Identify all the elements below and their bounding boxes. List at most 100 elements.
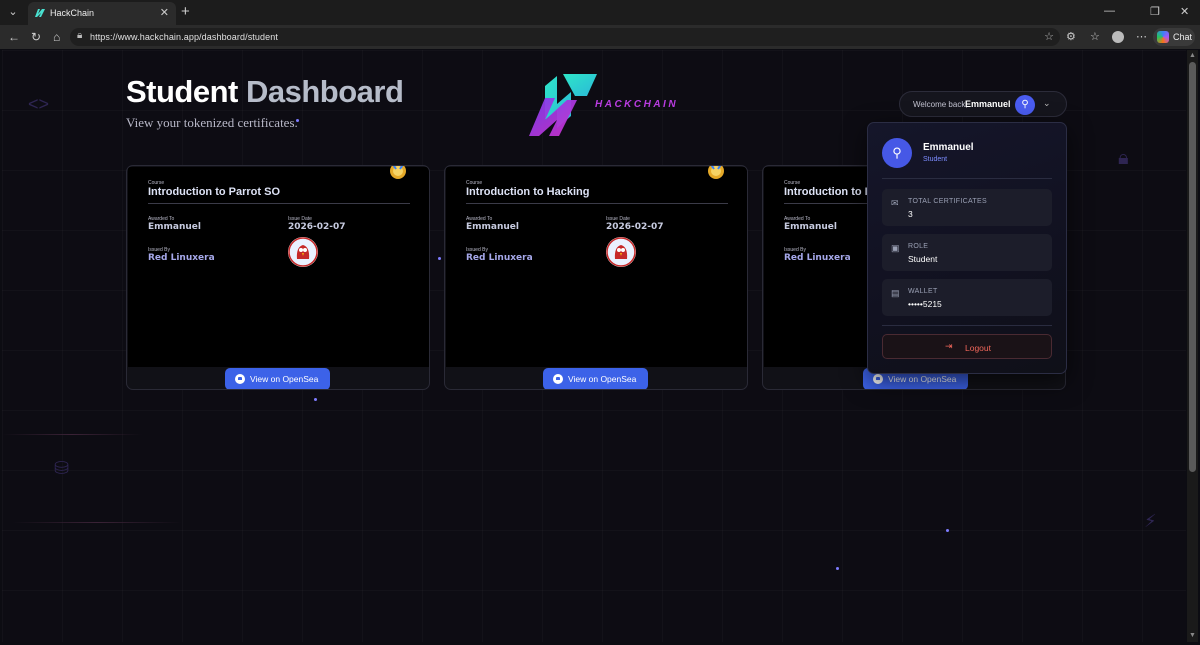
lock-icon: 🔒︎ — [77, 30, 83, 41]
scroll-thumb[interactable] — [1189, 62, 1196, 472]
stat-value: Student — [908, 254, 938, 264]
minimize-icon[interactable]: — — [1104, 5, 1115, 17]
issue-date-value: 2026-02-07 — [606, 222, 664, 232]
more-menu-icon[interactable]: ⋯ — [1136, 30, 1147, 43]
chat-label: Chat — [1173, 32, 1193, 42]
glow-line — [12, 522, 182, 523]
close-window-icon[interactable]: ✕ — [1180, 5, 1189, 18]
opensea-button-label: View on OpenSea — [250, 374, 319, 384]
briefcase-icon: ▣ — [891, 243, 900, 253]
particle-dot — [836, 567, 839, 570]
page-title-student: Student — [126, 74, 238, 109]
profile-avatar-icon[interactable] — [1112, 31, 1124, 43]
tab-title: HackChain — [50, 8, 95, 18]
restore-icon[interactable]: ❐ — [1150, 5, 1160, 18]
opensea-icon — [235, 374, 245, 384]
role-stat: ▣ ROLE Student — [882, 234, 1052, 271]
browser-tab[interactable]: HackChain ✕ — [28, 2, 176, 25]
particle-dot — [438, 257, 441, 260]
awarded-to-value: Emmanuel — [784, 222, 837, 232]
page-title-dashboard: Dashboard — [246, 74, 404, 109]
welcome-username: Emmanuel — [965, 99, 1011, 109]
stat-label: TOTAL CERTIFICATES — [908, 198, 987, 205]
user-dropdown-menu: ⚲ Emmanuel Student ✉ TOTAL CERTIFICATES … — [867, 122, 1067, 374]
divider — [882, 325, 1052, 326]
dropdown-role-badge: Student — [923, 156, 948, 163]
url-field[interactable]: 🔒︎ https://www.hackchain.app/dashboard/s… — [70, 28, 1060, 46]
award-icon: ⚲ — [1015, 95, 1035, 115]
course-title: Introduction to I — [784, 186, 868, 198]
welcome-text: Welcome back, — [913, 100, 968, 109]
user-menu-button[interactable]: Welcome back, Emmanuel ⚲ ⌄ — [899, 91, 1067, 117]
code-icon: <> — [28, 94, 50, 114]
opensea-button-label: View on OpenSea — [568, 374, 637, 384]
wallet-icon: ▤ — [891, 288, 900, 298]
logo-text: HACKCHAIN — [595, 99, 679, 110]
issued-by-value: Red Linuxera — [784, 253, 851, 263]
scroll-down-icon[interactable]: ▼ — [1189, 632, 1196, 639]
course-title: Introduction to Hacking — [466, 186, 590, 198]
refresh-icon[interactable]: ↻ — [31, 30, 41, 44]
logout-button[interactable]: ⇥ Logout — [882, 334, 1052, 359]
certificate-image: Course Introduction to Parrot SO Awarded… — [128, 166, 429, 367]
scroll-up-icon[interactable]: ▲ — [1189, 52, 1196, 59]
dropdown-user-name: Emmanuel — [923, 142, 974, 153]
award-icon: ⚲ — [882, 138, 912, 168]
lightning-icon: ⚡︎ — [1144, 511, 1157, 531]
lock-decor-icon: 🔒︎ — [1118, 147, 1129, 169]
certificate-card: Course Introduction to Parrot SO Awarded… — [126, 165, 430, 390]
url-text: https://www.hackchain.app/dashboard/stud… — [90, 32, 278, 42]
hackchain-favicon-icon — [35, 9, 45, 17]
home-icon[interactable]: ⌂ — [53, 30, 60, 44]
issued-by-value: Red Linuxera — [148, 253, 215, 263]
wallet-stat: ▤ WALLET •••••5215 — [882, 279, 1052, 316]
stat-value: •••••5215 — [908, 299, 942, 309]
page-scrollbar[interactable]: ▲ ▼ — [1187, 50, 1198, 642]
address-bar-row: ← ↻ ⌂ 🔒︎ https://www.hackchain.app/dashb… — [0, 25, 1200, 49]
logout-icon: ⇥ — [945, 341, 953, 351]
opensea-button-label: View on OpenSea — [888, 374, 957, 384]
awarded-to-value: Emmanuel — [148, 222, 201, 232]
copilot-icon — [1157, 31, 1169, 43]
stat-label: ROLE — [908, 243, 929, 250]
copilot-chat-button[interactable]: Chat — [1153, 28, 1195, 46]
page-title: Student Dashboard — [126, 74, 404, 110]
page-subtitle: View your tokenized certificates. — [126, 115, 298, 130]
divider — [148, 203, 410, 204]
database-icon: ⛁ — [54, 458, 70, 478]
divider — [882, 178, 1052, 179]
browser-tab-bar: ⌄ HackChain ✕ + — ❐ ✕ — [0, 0, 1200, 25]
awarded-to-value: Emmanuel — [466, 222, 519, 232]
course-title: Introduction to Parrot SO — [148, 186, 280, 198]
opensea-icon — [553, 374, 563, 384]
mail-icon: ✉ — [891, 198, 899, 208]
glow-line — [2, 434, 142, 435]
back-icon[interactable]: ← — [8, 30, 20, 44]
issuer-logo — [288, 237, 318, 267]
opensea-icon — [873, 374, 883, 384]
particle-dot — [314, 398, 317, 401]
issued-by-value: Red Linuxera — [466, 253, 533, 263]
chevron-down-icon: ⌄ — [1043, 98, 1051, 108]
tab-list-chevron-icon[interactable]: ⌄ — [4, 4, 22, 21]
favorite-star-icon[interactable]: ☆ — [1044, 30, 1054, 43]
medal-icon — [390, 166, 406, 179]
new-tab-icon[interactable]: + — [181, 3, 190, 20]
total-certificates-stat: ✉ TOTAL CERTIFICATES 3 — [882, 189, 1052, 226]
certificate-image: Course Introduction to Hacking Awarded T… — [446, 166, 747, 367]
view-on-opensea-button[interactable]: View on OpenSea — [225, 368, 330, 389]
stat-value: 3 — [908, 209, 913, 219]
view-on-opensea-button[interactable]: View on OpenSea — [543, 368, 648, 389]
medal-icon — [708, 166, 724, 179]
tab-close-icon[interactable]: ✕ — [160, 6, 169, 19]
certificate-card: Course Introduction to Hacking Awarded T… — [444, 165, 748, 390]
page-viewport: <> 🔒︎ ⛁ ⚡︎ Student Dashboard View your t… — [2, 50, 1186, 642]
particle-dot — [946, 529, 949, 532]
extensions-icon[interactable]: ⚙ — [1066, 30, 1076, 43]
issuer-logo — [606, 237, 636, 267]
stat-label: WALLET — [908, 288, 938, 295]
favorites-icon[interactable]: ☆ — [1090, 30, 1100, 43]
divider — [466, 203, 728, 204]
issue-date-value: 2026-02-07 — [288, 222, 346, 232]
logout-label: Logout — [965, 343, 991, 353]
